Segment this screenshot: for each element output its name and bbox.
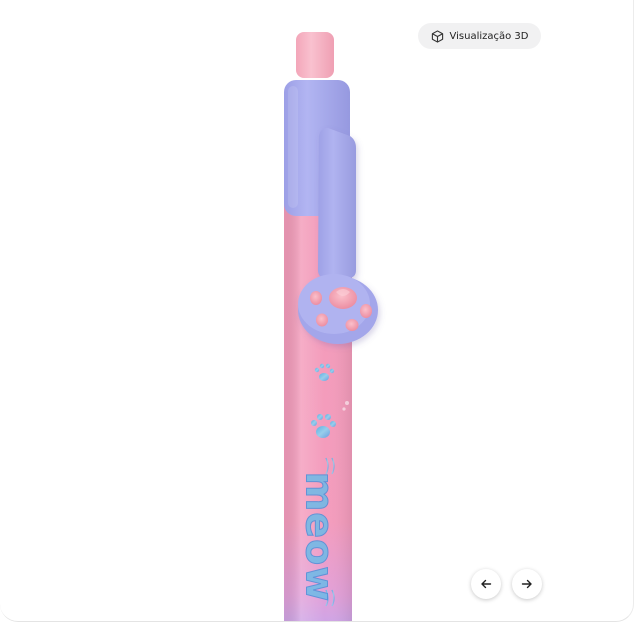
view-3d-label: Visualização 3D xyxy=(449,30,529,42)
arrow-left-icon xyxy=(480,578,492,590)
pen-print-text: meow xyxy=(296,471,342,603)
view-3d-button[interactable]: Visualização 3D xyxy=(418,23,541,49)
pen-print-text-value: meow xyxy=(297,471,342,603)
arrow-right-icon xyxy=(521,578,533,590)
previous-image-button[interactable] xyxy=(471,569,501,599)
next-image-button[interactable] xyxy=(512,569,542,599)
cube-3d-icon xyxy=(431,29,444,43)
product-image-viewer: meow Visualização 3D xyxy=(0,0,634,622)
